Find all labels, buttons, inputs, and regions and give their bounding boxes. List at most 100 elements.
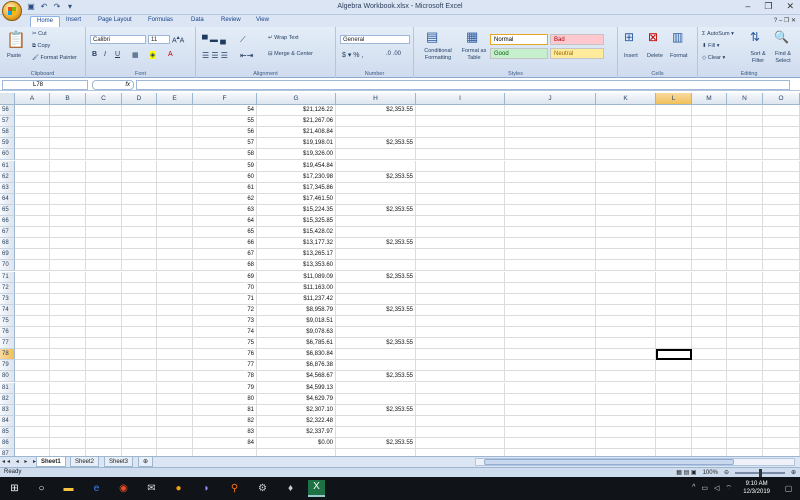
cell-g87[interactable] [257, 449, 336, 456]
cell-b78[interactable] [50, 349, 86, 361]
cell-a67[interactable] [15, 227, 50, 239]
wrap-text-button[interactable]: ↵ Wrap Text [268, 35, 299, 41]
cell-f82[interactable]: 80 [193, 393, 257, 405]
cell-g65[interactable]: $15,224.35 [257, 204, 336, 216]
borders-icon[interactable]: ▦ [132, 51, 139, 59]
conditional-formatting-button[interactable]: Conditional Formatting [416, 48, 460, 62]
cell-c62[interactable] [86, 171, 122, 183]
cell-m57[interactable] [692, 116, 727, 128]
cell-b84[interactable] [50, 415, 86, 427]
cell-l77[interactable] [656, 338, 692, 350]
cell-c72[interactable] [86, 282, 122, 294]
cell-d68[interactable] [122, 238, 157, 250]
cell-h59[interactable]: $2,353.55 [336, 138, 416, 150]
cell-b70[interactable] [50, 260, 86, 272]
cell-a82[interactable] [15, 393, 50, 405]
wifi-icon[interactable]: ⌔ [725, 484, 732, 493]
row-header[interactable]: 61 [0, 160, 15, 172]
cell-b79[interactable] [50, 360, 86, 372]
cell-a75[interactable] [15, 315, 50, 327]
cell-j83[interactable] [505, 404, 596, 416]
cell-b64[interactable] [50, 193, 86, 205]
cell-n65[interactable] [727, 204, 763, 216]
cell-g78[interactable]: $6,830.84 [257, 349, 336, 361]
cell-n81[interactable] [727, 382, 763, 394]
cell-d69[interactable] [122, 249, 157, 261]
cell-m60[interactable] [692, 149, 727, 161]
cell-j69[interactable] [505, 249, 596, 261]
cell-n61[interactable] [727, 160, 763, 172]
cell-i56[interactable] [416, 105, 505, 117]
insert-cells-icon[interactable]: ⊞ [624, 30, 634, 44]
cell-e62[interactable] [157, 171, 193, 183]
cell-o56[interactable] [763, 105, 800, 117]
cell-l57[interactable] [656, 116, 692, 128]
cell-i79[interactable] [416, 360, 505, 372]
cell-c70[interactable] [86, 260, 122, 272]
cell-l81[interactable] [656, 382, 692, 394]
cell-i83[interactable] [416, 404, 505, 416]
cell-o79[interactable] [763, 360, 800, 372]
cell-l64[interactable] [656, 193, 692, 205]
cell-c71[interactable] [86, 271, 122, 283]
cell-m62[interactable] [692, 171, 727, 183]
cell-h77[interactable]: $2,353.55 [336, 338, 416, 350]
cell-g77[interactable]: $6,785.61 [257, 338, 336, 350]
cell-n85[interactable] [727, 426, 763, 438]
delete-cells-icon[interactable]: ⊠ [648, 30, 658, 44]
cell-n73[interactable] [727, 293, 763, 305]
cell-e69[interactable] [157, 249, 193, 261]
zoom-slider[interactable] [734, 468, 785, 477]
font-color-icon[interactable]: A [168, 51, 173, 58]
cell-c79[interactable] [86, 360, 122, 372]
cell-m87[interactable] [692, 449, 727, 456]
font-size-select[interactable]: 11 [148, 35, 170, 44]
cell-h86[interactable]: $2,353.55 [336, 438, 416, 450]
cell-m85[interactable] [692, 426, 727, 438]
column-header-e[interactable]: E [157, 93, 193, 105]
cell-e66[interactable] [157, 216, 193, 228]
cell-i75[interactable] [416, 315, 505, 327]
cell-g86[interactable]: $0.00 [257, 438, 336, 450]
cell-m81[interactable] [692, 382, 727, 394]
cell-m76[interactable] [692, 327, 727, 339]
cell-k70[interactable] [596, 260, 656, 272]
cell-d87[interactable] [122, 449, 157, 456]
cell-o80[interactable] [763, 371, 800, 383]
app-icon[interactable]: ◗ [200, 482, 213, 495]
formula-input[interactable] [136, 80, 790, 90]
cell-l58[interactable] [656, 127, 692, 139]
cell-b61[interactable] [50, 160, 86, 172]
notifications-icon[interactable]: ▢ [782, 482, 795, 495]
row-header[interactable]: 80 [0, 371, 15, 383]
row-header[interactable]: 65 [0, 204, 15, 216]
cell-h79[interactable] [336, 360, 416, 372]
cell-e72[interactable] [157, 282, 193, 294]
cell-d62[interactable] [122, 171, 157, 183]
cell-e73[interactable] [157, 293, 193, 305]
cell-a74[interactable] [15, 304, 50, 316]
cell-i82[interactable] [416, 393, 505, 405]
cell-m59[interactable] [692, 138, 727, 150]
cell-a65[interactable] [15, 204, 50, 216]
column-header-k[interactable]: K [596, 93, 656, 105]
cell-h73[interactable] [336, 293, 416, 305]
row-header[interactable]: 68 [0, 238, 15, 250]
cell-n68[interactable] [727, 238, 763, 250]
cell-i63[interactable] [416, 182, 505, 194]
cell-e81[interactable] [157, 382, 193, 394]
cell-a69[interactable] [15, 249, 50, 261]
cell-e56[interactable] [157, 105, 193, 117]
cell-l85[interactable] [656, 426, 692, 438]
cut-button[interactable]: ✂ Cut [32, 31, 47, 37]
office-button[interactable] [2, 1, 22, 21]
cell-g61[interactable]: $19,454.84 [257, 160, 336, 172]
cell-g68[interactable]: $13,177.32 [257, 238, 336, 250]
tab-page-layout[interactable]: Page Layout [98, 17, 132, 23]
cell-i78[interactable] [416, 349, 505, 361]
cell-l69[interactable] [656, 249, 692, 261]
cell-h64[interactable] [336, 193, 416, 205]
cell-j75[interactable] [505, 315, 596, 327]
cell-d64[interactable] [122, 193, 157, 205]
cell-i72[interactable] [416, 282, 505, 294]
